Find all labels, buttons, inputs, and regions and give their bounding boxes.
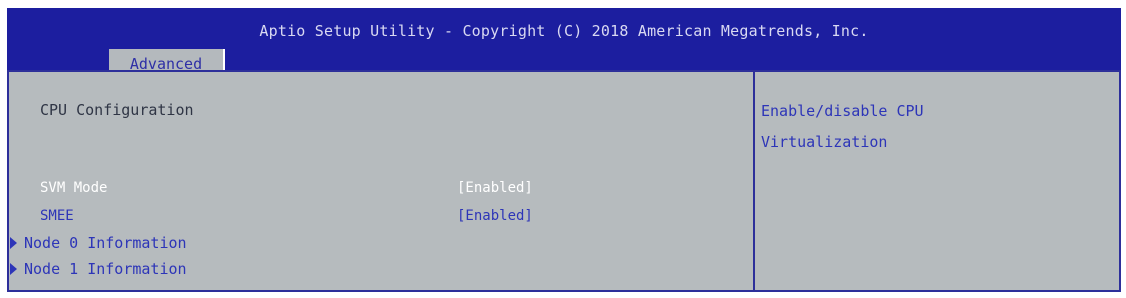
help-line-1: Enable/disable CPU xyxy=(761,102,924,120)
triangle-right-icon xyxy=(10,263,17,275)
smee-value[interactable]: [Enabled] xyxy=(457,208,533,224)
help-panel: Enable/disable CPU Virtualization xyxy=(761,96,1101,158)
panel-divider xyxy=(753,72,755,290)
window-title: Aptio Setup Utility - Copyright (C) 2018… xyxy=(259,22,869,40)
help-line-2: Virtualization xyxy=(761,133,888,151)
svm-mode-value[interactable]: [Enabled] xyxy=(457,180,533,196)
svm-mode-label[interactable]: SVM Mode xyxy=(40,180,107,196)
submenu-node-0[interactable]: Node 0 Information xyxy=(9,234,187,252)
submenu-node-1-label: Node 1 Information xyxy=(24,260,187,278)
main-panel: CPU Configuration SVM Mode [Enabled] SME… xyxy=(7,70,1121,292)
smee-label[interactable]: SMEE xyxy=(40,208,74,224)
header-bar: Aptio Setup Utility - Copyright (C) 2018… xyxy=(7,8,1121,77)
page-title: CPU Configuration xyxy=(40,101,194,119)
triangle-right-icon xyxy=(10,237,17,249)
submenu-node-0-label: Node 0 Information xyxy=(24,234,187,252)
submenu-node-1[interactable]: Node 1 Information xyxy=(9,260,187,278)
